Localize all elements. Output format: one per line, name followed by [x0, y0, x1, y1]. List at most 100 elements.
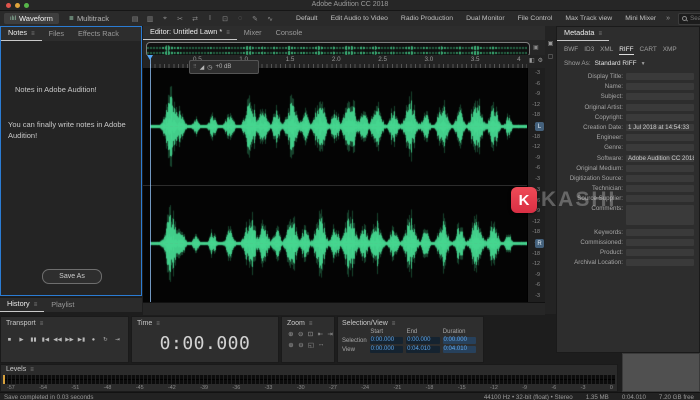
hud-volume-control[interactable]: ⠿ ◢ ◷ +0 dB [189, 60, 259, 74]
left-channel-badge[interactable]: L [535, 122, 544, 131]
level-meter[interactable] [3, 375, 615, 384]
metadata-tab-cart[interactable]: CART [640, 46, 657, 55]
razor-tool-icon-icon[interactable]: ✂ [176, 15, 184, 23]
workspace-button[interactable]: Edit Audio to Video [331, 15, 388, 22]
panel-menu-icon[interactable]: ≡ [31, 31, 35, 37]
panel-menu-icon[interactable]: ≡ [392, 321, 396, 327]
search-input[interactable] [690, 15, 700, 22]
workspace-overflow-button[interactable]: » [666, 15, 670, 22]
time-selection-tool-icon-icon[interactable]: I [206, 15, 214, 23]
metadata-field-value[interactable] [626, 144, 694, 152]
monitor-icon[interactable]: ◧ [529, 57, 535, 64]
view-end-value[interactable]: 0:04.010 [406, 346, 440, 353]
metadata-field-value[interactable]: Adobe Audition CC 2018.1 [626, 154, 694, 162]
selection-duration-value[interactable]: 0:00.000 [442, 337, 476, 344]
panel-menu-icon[interactable]: ≡ [30, 367, 34, 373]
fast-forward-button[interactable]: ▶▶ [64, 334, 75, 345]
save-as-button[interactable]: Save As [42, 269, 102, 284]
workspace-button[interactable]: Default [296, 15, 318, 22]
workspace-button[interactable]: File Control [518, 15, 553, 22]
panel-menu-icon[interactable]: ≡ [34, 302, 38, 308]
knob-icon[interactable]: ◷ [207, 64, 212, 71]
move-next-button[interactable]: ▶▮ [76, 334, 87, 345]
dock-panel-icon[interactable]: ▢ [548, 53, 554, 60]
metadata-field-value[interactable] [626, 249, 694, 256]
metadata-tab-bwf[interactable]: BWF [564, 46, 578, 55]
waveform-view-button[interactable]: ılıl Waveform [4, 13, 59, 24]
move-tool-icon-icon[interactable]: ⌖ [161, 15, 169, 23]
metadata-field-value[interactable] [626, 185, 694, 193]
amplitude-ruler[interactable]: -3-6-9-12-18-∞-18-12-9-6-3 -3-6-9-12-18-… [527, 68, 545, 302]
tab-notes[interactable]: Notes ≡ [1, 28, 42, 41]
metadata-field-value[interactable] [626, 174, 694, 182]
workspace-button[interactable]: Mini Mixer [625, 15, 656, 22]
workspace-button[interactable]: Dual Monitor [466, 15, 505, 22]
chevron-down-icon[interactable]: ▼ [641, 61, 646, 67]
skip-selection-button[interactable]: ⇥ [112, 334, 123, 345]
marquee-tool-icon-icon[interactable]: ⊡ [221, 15, 229, 23]
workspace-button[interactable]: Max Track view [565, 15, 612, 22]
zoom-in-vertical-button[interactable]: ⊕ [287, 341, 295, 349]
metadata-field-value[interactable] [626, 93, 694, 101]
metadata-field-value[interactable] [626, 205, 694, 226]
dock-panel-icon[interactable]: ▣ [548, 40, 554, 47]
time-display[interactable]: 0:00.000 [132, 333, 278, 354]
slip-tool-icon-icon[interactable]: ⇄ [191, 15, 199, 23]
panel-menu-icon[interactable]: ≡ [226, 30, 230, 36]
playhead[interactable] [150, 55, 151, 302]
tab-effects-rack[interactable]: Effects Rack [71, 29, 126, 41]
metadata-field-value[interactable] [626, 113, 694, 121]
import-icon-icon[interactable]: ▥ [146, 15, 154, 23]
metadata-field-value[interactable] [626, 83, 694, 91]
settings-icon[interactable]: ⚙ [538, 57, 543, 64]
panel-menu-icon[interactable]: ≡ [598, 31, 602, 37]
rewind-button[interactable]: ◀◀ [52, 334, 63, 345]
play-button[interactable]: ▶ [16, 334, 27, 345]
selection-end-value[interactable]: 0:00.000 [406, 337, 440, 344]
pause-button[interactable]: ▮▮ [28, 334, 39, 345]
metadata-field-value[interactable] [626, 238, 694, 246]
record-button[interactable]: ● [88, 334, 99, 345]
metadata-tab-xml[interactable]: XML [600, 46, 613, 55]
hud-grip-icon[interactable]: ⠿ [193, 64, 197, 70]
panel-menu-icon[interactable]: ≡ [309, 321, 313, 327]
metadata-field-value[interactable] [626, 73, 694, 80]
editor-scrollbar-area[interactable] [143, 302, 545, 315]
tab-metadata[interactable]: Metadata ≡ [557, 28, 609, 41]
zoom-in-button[interactable]: ⊕ [287, 330, 295, 338]
multitrack-view-button[interactable]: ≣ Multitrack [63, 13, 115, 24]
metadata-field-value[interactable] [626, 195, 694, 203]
lasso-tool-icon-icon[interactable]: ◌ [236, 15, 244, 23]
playhead-handle[interactable] [147, 55, 153, 60]
zoom-to-selection-button[interactable]: ◱ [307, 341, 315, 349]
move-previous-button[interactable]: ▮◀ [40, 334, 51, 345]
tab-console[interactable]: Console [269, 28, 310, 40]
heal-tool-icon-icon[interactable]: ∿ [266, 15, 274, 23]
loop-button[interactable]: ↻ [100, 334, 111, 345]
metadata-tab-xmp[interactable]: XMP [663, 46, 677, 55]
metadata-field-value[interactable]: 1 Jul 2018 at 14:54:33 [626, 123, 694, 131]
tab-playlist[interactable]: Playlist [44, 300, 81, 312]
metadata-field-value[interactable] [626, 103, 694, 111]
note-text-2[interactable]: You can finally write notes in Adobe Aud… [8, 120, 131, 142]
search-help-box[interactable] [678, 12, 700, 25]
zoom-out-button[interactable]: ⊖ [297, 330, 305, 338]
right-channel-badge[interactable]: R [535, 239, 544, 248]
zoom-out-vertical-button[interactable]: ⊖ [297, 341, 305, 349]
zoom-reset-button[interactable]: ↔ [317, 341, 325, 349]
tab-editor[interactable]: Editor: Untitled Lawn * ≡ [143, 27, 237, 40]
tab-history[interactable]: History ≡ [0, 299, 45, 312]
metadata-field-value[interactable] [626, 164, 694, 172]
zoom-in-left-edge-button[interactable]: ⇤ [316, 330, 324, 338]
panel-menu-icon[interactable]: ≡ [40, 321, 44, 327]
stop-button[interactable]: ■ [4, 334, 15, 345]
panel-menu-icon[interactable]: ≡ [156, 321, 160, 327]
show-as-dropdown[interactable]: Standard RIFF [595, 60, 637, 67]
view-duration-value[interactable]: 0:04.010 [442, 346, 476, 353]
tab-mixer[interactable]: Mixer [237, 28, 269, 40]
workspace-button[interactable]: Radio Production [401, 15, 453, 22]
brush-tool-icon-icon[interactable]: ✎ [251, 15, 259, 23]
metadata-field-value[interactable] [626, 134, 694, 142]
tab-files[interactable]: Files [42, 29, 71, 41]
metadata-field-value[interactable] [626, 228, 694, 236]
